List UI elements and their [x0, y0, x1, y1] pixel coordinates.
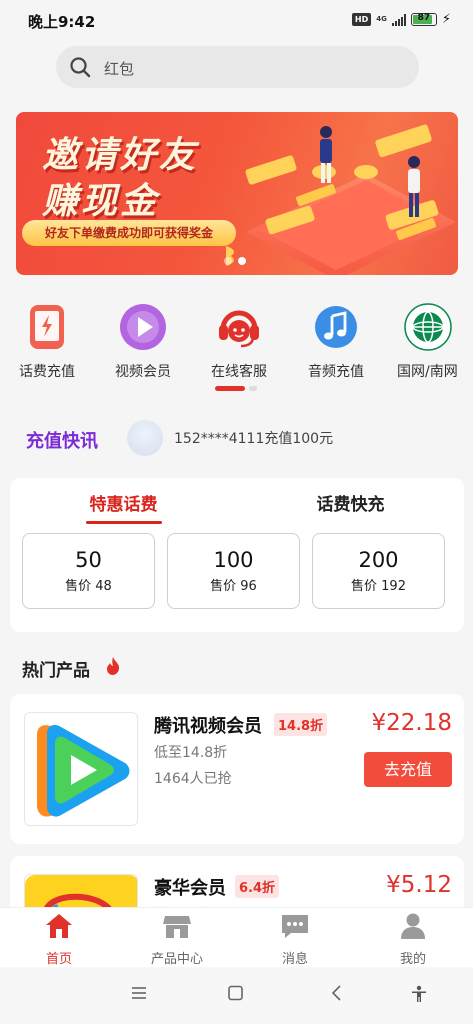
banner-pagination: [224, 257, 246, 265]
message-icon: [282, 915, 308, 938]
search-icon: [70, 57, 91, 78]
news-message: 152****4111充值100元: [174, 431, 334, 447]
state-grid-icon: [404, 303, 452, 351]
quick-item-label: 音频充值: [308, 364, 364, 380]
nav-home[interactable]: 首页: [0, 912, 118, 967]
quick-item-state-grid[interactable]: 国网/南网: [380, 303, 473, 381]
quick-item-label: 视频会员: [115, 364, 171, 380]
signal-icon: [391, 13, 406, 26]
headset-icon: [219, 310, 259, 348]
quick-menu: 话费充值 视频会员 在线客服 音频充值 国网/南网: [0, 303, 473, 383]
product-price: ¥22.18: [371, 710, 452, 736]
banner-title-1: 邀请好友: [42, 135, 199, 176]
search-placeholder: 红包: [104, 60, 135, 78]
product-thumbnail: [24, 712, 138, 826]
home-button-icon[interactable]: [227, 985, 245, 1005]
menu-icon[interactable]: [130, 985, 148, 1005]
nav-label: 产品中心: [150, 952, 203, 967]
product-name: 豪华会员: [154, 878, 226, 899]
amount-option-200[interactable]: 200 售价 192: [312, 533, 445, 609]
hd-icon: HD: [351, 13, 372, 26]
amount-price: 售价 192: [351, 579, 406, 594]
banner-dot: [224, 257, 232, 265]
bottom-nav: 首页 产品中心 消息 我的: [0, 907, 473, 967]
recharge-tabs: 特惠话费 话费快充: [10, 490, 464, 524]
music-icon: [315, 306, 357, 348]
quick-item-label: 在线客服: [211, 364, 267, 380]
flame-icon: [107, 657, 120, 675]
store-icon: [163, 916, 191, 938]
back-icon[interactable]: [328, 985, 346, 1005]
quick-item-audio-recharge[interactable]: 音频充值: [288, 303, 384, 381]
promo-banner[interactable]: 邀请好友 赚现金 好友下单缴费成功即可获得奖金: [16, 112, 458, 275]
banner-dot-active: [238, 257, 246, 265]
pager-inactive: [249, 386, 257, 391]
home-icon: [46, 914, 72, 938]
banner-illustration: [226, 124, 456, 275]
recharge-card: 特惠话费 话费快充 50 售价 48 100 售价 96 200 售价 192: [10, 478, 464, 632]
battery-icon: 87: [410, 13, 437, 26]
amount-value: 200: [358, 548, 399, 572]
status-icons: HD 4G 87 ⚡: [351, 12, 451, 27]
amount-price: 售价 96: [210, 579, 257, 594]
nav-product-center[interactable]: 产品中心: [118, 912, 236, 967]
play-icon: [120, 304, 166, 350]
tab-underline: [85, 521, 162, 524]
battery-level: 87: [417, 13, 431, 23]
charging-icon: ⚡: [441, 12, 451, 27]
amount-value: 100: [213, 548, 254, 572]
tab-special-offer[interactable]: 特惠话费: [10, 490, 237, 524]
banner-subtitle: 好友下单缴费成功即可获得奖金: [22, 220, 236, 246]
quick-item-label: 话费充值: [19, 364, 75, 380]
pager-active: [215, 386, 245, 391]
banner-title-2: 赚现金: [42, 181, 160, 222]
product-price: ¥5.12: [386, 872, 452, 898]
discount-badge: 6.4折: [235, 875, 280, 898]
tab-fast-recharge[interactable]: 话费快充: [237, 490, 464, 515]
amount-option-100[interactable]: 100 售价 96: [167, 533, 300, 609]
accessibility-icon[interactable]: [410, 985, 428, 1007]
user-icon: [401, 913, 425, 939]
nav-messages[interactable]: 消息: [236, 912, 354, 967]
recharge-button[interactable]: 去充值: [364, 752, 452, 787]
news-label: 充值快讯: [26, 431, 98, 452]
amount-value: 50: [75, 548, 102, 572]
amount-option-50[interactable]: 50 售价 48: [22, 533, 155, 609]
hot-products-title: 热门产品: [22, 661, 90, 681]
tab-label: 特惠话费: [89, 495, 158, 515]
recharge-news: 充值快讯 152****4111充值100元: [0, 418, 473, 458]
status-time: 晚上9:42: [28, 13, 96, 31]
tab-label: 话费快充: [316, 495, 385, 515]
network-type: 4G: [376, 15, 387, 23]
tencent-video-icon: [37, 725, 130, 817]
phone-recharge-icon: [30, 305, 64, 349]
quick-item-video-member[interactable]: 视频会员: [95, 303, 191, 381]
nav-label: 消息: [281, 952, 308, 967]
search-bar[interactable]: 红包: [56, 46, 419, 88]
nav-label: 首页: [45, 952, 72, 967]
nav-mine[interactable]: 我的: [354, 912, 472, 967]
product-lowest: 低至14.8折: [154, 745, 228, 761]
quick-item-customer-service[interactable]: 在线客服: [191, 303, 287, 381]
product-name: 腾讯视频会员: [154, 716, 262, 737]
quick-item-label: 国网/南网: [397, 364, 458, 380]
status-bar: 晚上9:42 HD 4G 87 ⚡: [0, 0, 473, 40]
amount-price: 售价 48: [65, 579, 112, 594]
product-card[interactable]: 腾讯视频会员 14.8折 低至14.8折 1464人已抢 ¥22.18 去充值: [10, 694, 464, 844]
nav-label: 我的: [399, 952, 426, 967]
quick-item-phone-recharge[interactable]: 话费充值: [0, 303, 95, 381]
discount-badge: 14.8折: [274, 713, 328, 736]
quick-menu-pager: [215, 386, 257, 391]
product-sold: 1464人已抢: [154, 771, 232, 787]
system-nav-bar: [0, 967, 473, 1024]
avatar: [127, 420, 163, 456]
